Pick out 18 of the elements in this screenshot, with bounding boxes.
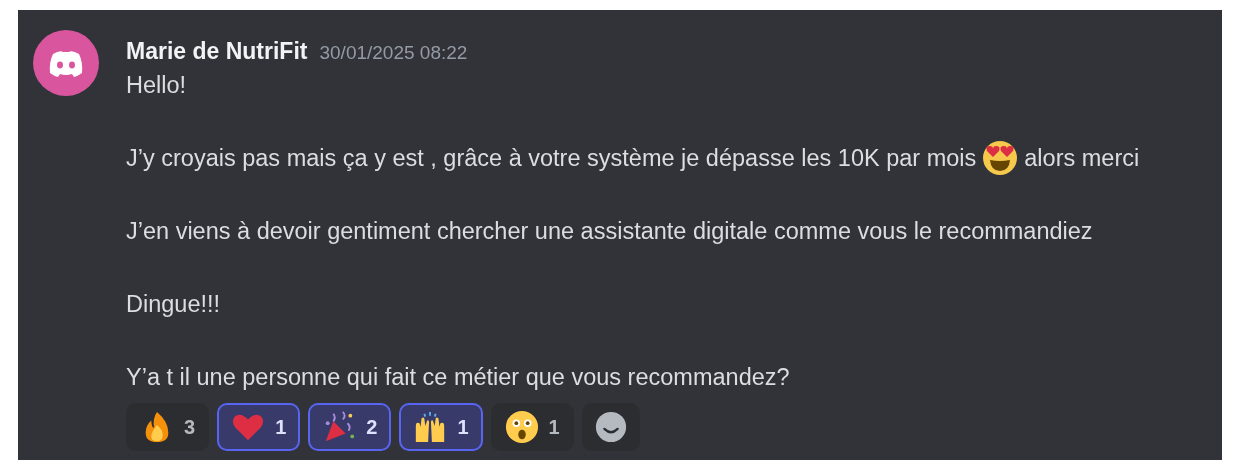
surprised-face-icon [504,410,539,444]
message-text: Y’a t il une personne qui fait ce métier que vous recommandez? [126,363,790,391]
reaction-button[interactable]: 2 [308,403,392,451]
reaction-button[interactable]: 1 [490,403,574,451]
author-name[interactable]: Marie de NutriFit [126,38,308,65]
heart-eyes-face-icon [982,140,1019,176]
message-text: Dingue!!! [126,290,221,318]
timestamp: 30/01/2025 08:22 [319,42,468,64]
smiley-face-icon [593,410,628,444]
reaction-button[interactable]: 3 [126,403,210,451]
message-text: J’en viens à devoir gentiment chercher une assistante digitale comme vous le recommandiez [126,217,1093,245]
message-text: Hello! [126,71,187,99]
reaction-button[interactable]: 1 [399,403,483,451]
avatar-icon [33,30,99,96]
add-reaction-button[interactable] [581,403,640,451]
message-text: alors merci [1024,144,1140,172]
reaction-button[interactable]: 1 [217,403,301,451]
message-text: J’y croyais pas mais ça y est , grâce à votre système je dépasse les 10K par mois [126,144,977,172]
